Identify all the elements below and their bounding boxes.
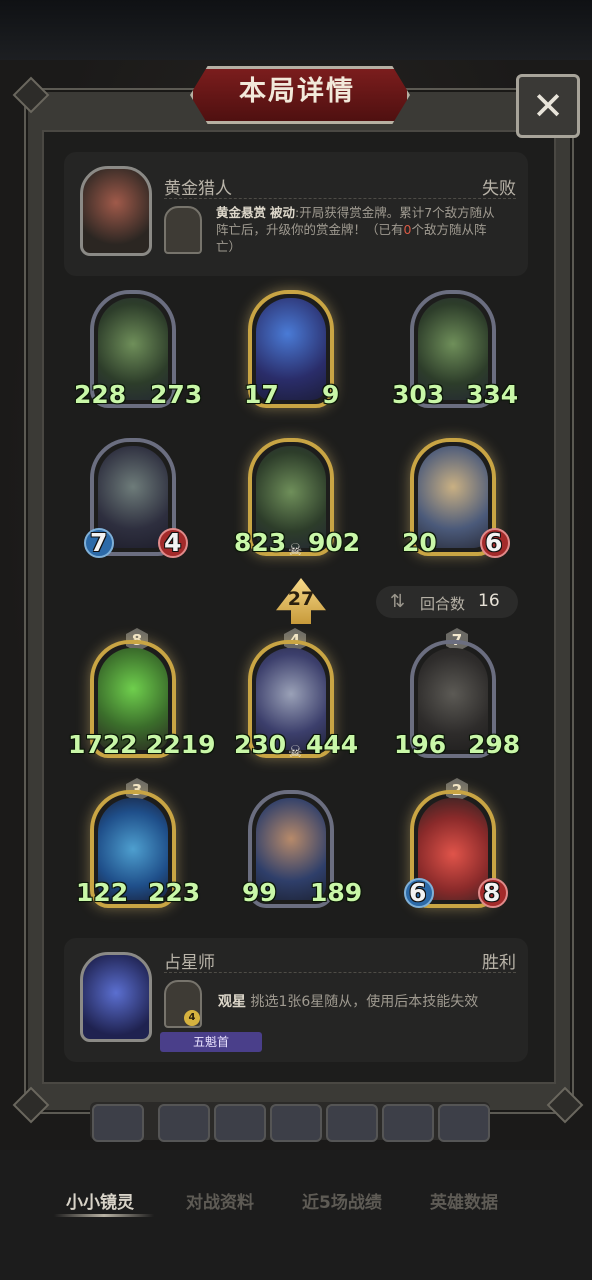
minion-attack: 196	[394, 730, 447, 759]
minion-attack: 99	[242, 878, 277, 907]
hero-skill-icon[interactable]	[164, 206, 202, 254]
divider	[164, 972, 516, 973]
skill-name: 黄金悬赏	[216, 205, 267, 220]
skull-icon: ☠	[288, 540, 303, 559]
tab-recent-matches[interactable]: 近5场战绩	[302, 1188, 382, 1213]
active-tab-indicator	[54, 1214, 154, 1217]
player-name: 占星师	[164, 953, 215, 973]
minion-attack: 17	[244, 380, 279, 409]
minion-health: 9	[322, 380, 340, 409]
history-thumb[interactable]	[382, 1104, 434, 1142]
skill-desc-a: :开局获得赏金牌。累计7个敌方随从	[295, 205, 495, 220]
opponent-name: 黄金猎人	[164, 179, 232, 199]
minion-health: 6	[485, 528, 503, 557]
divider	[164, 198, 516, 199]
skill-level: 4	[184, 1010, 200, 1026]
minion-health: 298	[468, 730, 521, 759]
player-avatar[interactable]	[80, 952, 152, 1042]
history-thumb[interactable]	[214, 1104, 266, 1142]
minion-health: 334	[466, 380, 519, 409]
close-icon: ✕	[532, 84, 564, 128]
player-result: 胜利	[482, 953, 516, 973]
dialog-title: 本局详情	[239, 76, 355, 107]
minion-health: 273	[150, 380, 203, 409]
skill-desc-c: 个敌方随从阵	[411, 222, 487, 237]
skull-icon: ☠	[288, 742, 303, 761]
top-bar	[0, 0, 592, 60]
minion-health: 2219	[146, 730, 216, 759]
history-thumb[interactable]	[92, 1104, 144, 1142]
opponent-skill-description: 黄金悬赏 被动:开局获得赏金牌。累计7个敌方随从 阵亡后，升级你的赏金牌！（已有…	[216, 204, 520, 255]
minion-attack: 6	[409, 878, 427, 907]
skill-desc: 挑选1张6星随从，使用后本技能失效	[250, 994, 479, 1010]
opponent-avatar[interactable]	[80, 166, 152, 256]
opponent-result: 失败	[482, 179, 516, 199]
history-thumb[interactable]	[326, 1104, 378, 1142]
minion-health: 8	[483, 878, 501, 907]
player-skill-description: 观星 挑选1张6星随从，使用后本技能失效	[218, 994, 522, 1011]
minion-health: 223	[148, 878, 201, 907]
rank-tag: 五魁首	[160, 1032, 262, 1052]
minion-attack: 7	[90, 528, 108, 557]
round-label: 回合数	[420, 595, 466, 613]
minion-attack: 122	[76, 878, 129, 907]
tab-mirror-spirit[interactable]: 小小镜灵	[66, 1188, 134, 1213]
minion-health: 189	[310, 878, 363, 907]
minion-health: 902	[308, 528, 361, 557]
history-thumb[interactable]	[438, 1104, 490, 1142]
round-value: 16	[478, 591, 500, 611]
minion-attack: 303	[392, 380, 445, 409]
skill-desc-b: 阵亡后，升级你的赏金牌！（已有	[216, 222, 404, 237]
swap-icon: ⇅	[390, 591, 406, 612]
close-button[interactable]: ✕	[516, 74, 580, 138]
skill-type: 被动	[270, 205, 296, 220]
history-thumb[interactable]	[270, 1104, 322, 1142]
tab-hero-data[interactable]: 英雄数据	[430, 1188, 498, 1213]
minion-attack: 230	[234, 730, 287, 759]
minion-attack: 20	[402, 528, 437, 557]
skill-name: 观星	[218, 994, 246, 1010]
minion-health: 444	[306, 730, 359, 759]
history-thumb[interactable]	[158, 1104, 210, 1142]
damage-value: 27	[287, 588, 315, 610]
skill-desc-d: 亡）	[216, 239, 242, 254]
minion-attack: 228	[74, 380, 127, 409]
tab-battle-info[interactable]: 对战资料	[186, 1188, 254, 1213]
minion-attack: 823	[234, 528, 287, 557]
minion-health: 4	[164, 528, 182, 557]
minion-attack: 1722	[68, 730, 138, 759]
